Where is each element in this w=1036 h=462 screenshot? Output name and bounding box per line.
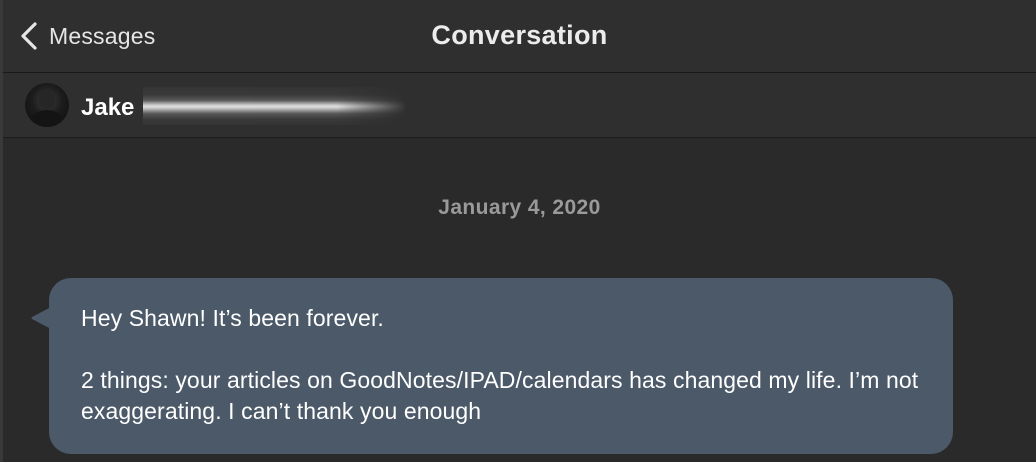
message-bubble-body: Hey Shawn! It’s been forever. 2 things: …	[49, 278, 953, 454]
contact-header[interactable]: Jake	[3, 73, 1036, 138]
page-title: Conversation	[431, 20, 608, 50]
date-separator: January 4, 2020	[438, 196, 601, 219]
redacted-surname	[143, 87, 407, 125]
contact-name: Jake	[81, 94, 135, 121]
avatar[interactable]	[25, 83, 69, 127]
message-line: Hey Shawn! It’s been forever.	[81, 305, 384, 331]
message-bubble-incoming[interactable]: Hey Shawn! It’s been forever. 2 things: …	[31, 278, 955, 454]
message-line: 2 things: your articles on GoodNotes/IPA…	[81, 367, 919, 424]
navigation-bar: Messages Conversation	[3, 0, 1036, 73]
conversation-window: Messages Conversation Jake January 4, 20…	[0, 0, 1036, 462]
avatar-shoulders-shape	[31, 110, 63, 127]
avatar-head-shape	[39, 91, 55, 109]
